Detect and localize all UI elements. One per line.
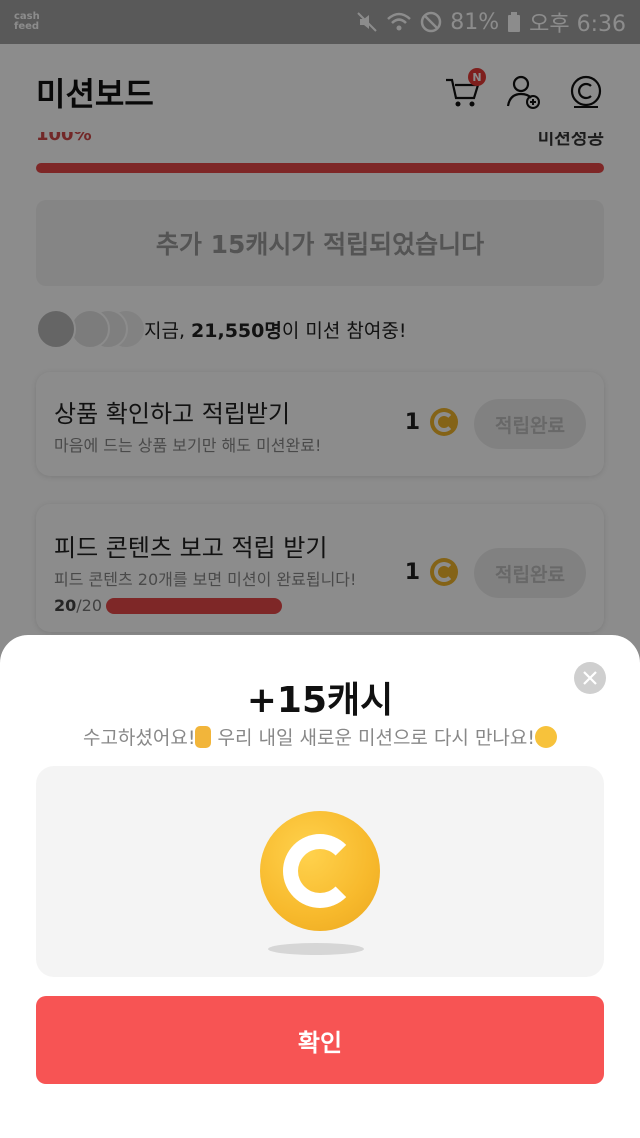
coin-illustration-box bbox=[36, 766, 604, 977]
reward-message-part1: 수고하셨어요! bbox=[82, 727, 196, 749]
thumbs-up-icon bbox=[195, 726, 212, 748]
reward-message: 수고하셨어요! 우리 내일 새로운 미션으로 다시 만나요! bbox=[0, 723, 640, 750]
coin-shadow bbox=[268, 943, 364, 955]
reward-message-part2: 우리 내일 새로운 미션으로 다시 만나요! bbox=[211, 727, 536, 749]
confirm-button[interactable]: 확인 bbox=[36, 996, 604, 1084]
reward-title: +15캐시 bbox=[246, 680, 394, 721]
cash-coin-icon bbox=[260, 811, 380, 931]
heart-eyes-emoji-icon bbox=[535, 726, 558, 748]
reward-bottom-sheet: +15캐시 수고하셨어요! 우리 내일 새로운 미션으로 다시 만나요! 확인 bbox=[0, 635, 640, 1138]
